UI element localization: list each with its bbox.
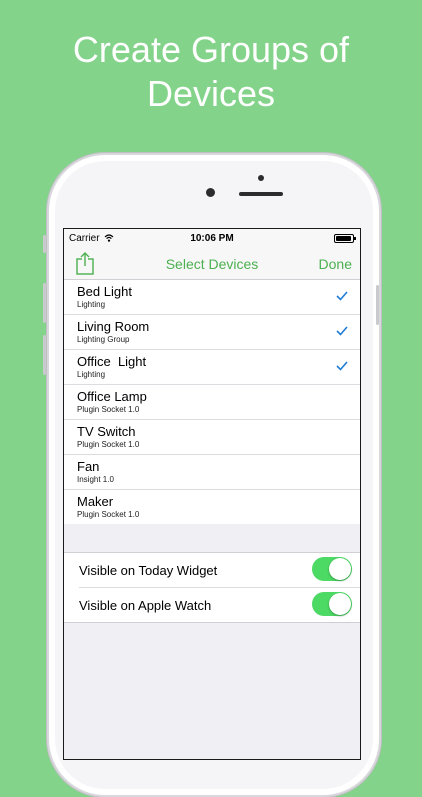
app-screen: Carrier 10:06 PM Select Devices Done Bed…: [63, 228, 361, 760]
today-widget-label: Visible on Today Widget: [79, 563, 218, 578]
page-title: Select Devices: [165, 256, 259, 272]
mute-switch: [43, 235, 46, 253]
apple-watch-row: Visible on Apple Watch: [79, 587, 360, 622]
device-row-office-light[interactable]: Office Light Lighting: [64, 350, 360, 385]
power-button: [376, 285, 379, 325]
device-row-maker[interactable]: Maker Plugin Socket 1.0: [64, 490, 360, 524]
volume-up-button: [43, 283, 46, 323]
checkmark-icon: [336, 291, 348, 301]
device-row-tv-switch[interactable]: TV Switch Plugin Socket 1.0: [64, 420, 360, 455]
today-widget-toggle[interactable]: [312, 557, 352, 581]
device-type: Lighting Group: [77, 335, 130, 344]
visibility-settings: Visible on Today Widget Visible on Apple…: [64, 552, 360, 623]
front-sensor: [258, 175, 264, 181]
device-name: Fan: [77, 459, 100, 474]
device-name: Living Room: [77, 319, 150, 334]
battery-icon: [334, 234, 356, 243]
status-bar: Carrier 10:06 PM: [64, 229, 360, 247]
today-widget-row: Visible on Today Widget: [64, 553, 360, 587]
earpiece-speaker: [239, 192, 283, 196]
apple-watch-toggle[interactable]: [312, 592, 352, 616]
device-type: Insight 1.0: [77, 475, 114, 484]
device-row-office-lamp[interactable]: Office Lamp Plugin Socket 1.0: [64, 385, 360, 420]
device-name: Maker: [77, 494, 114, 509]
device-type: Lighting: [77, 370, 106, 379]
checkmark-icon: [336, 326, 348, 336]
device-name: Office Lamp: [77, 389, 147, 404]
device-name: TV Switch: [77, 424, 136, 439]
headline: Create Groups of Devices: [0, 28, 422, 116]
device-list: Bed Light Lighting Living Room Lighting …: [64, 280, 360, 524]
device-name: Bed Light: [77, 284, 132, 299]
navigation-bar: Select Devices Done: [64, 247, 360, 280]
volume-down-button: [43, 335, 46, 375]
apple-watch-label: Visible on Apple Watch: [79, 598, 212, 613]
done-button[interactable]: Done: [319, 256, 352, 272]
device-type: Plugin Socket 1.0: [77, 440, 140, 449]
device-type: Plugin Socket 1.0: [77, 405, 140, 414]
headline-line-2: Devices: [146, 73, 276, 114]
device-row-living-room[interactable]: Living Room Lighting Group: [64, 315, 360, 350]
checkmark-icon: [336, 361, 348, 371]
device-type: Plugin Socket 1.0: [77, 510, 140, 519]
front-camera: [206, 188, 215, 197]
device-row-bed-light[interactable]: Bed Light Lighting: [64, 280, 360, 315]
status-time: 10:06 PM: [190, 233, 234, 244]
device-type: Lighting: [77, 300, 106, 309]
section-spacer: [64, 524, 360, 552]
headline-line-1: Create Groups of: [72, 29, 350, 70]
device-row-fan[interactable]: Fan Insight 1.0: [64, 455, 360, 490]
device-name: Office Light: [77, 354, 147, 369]
